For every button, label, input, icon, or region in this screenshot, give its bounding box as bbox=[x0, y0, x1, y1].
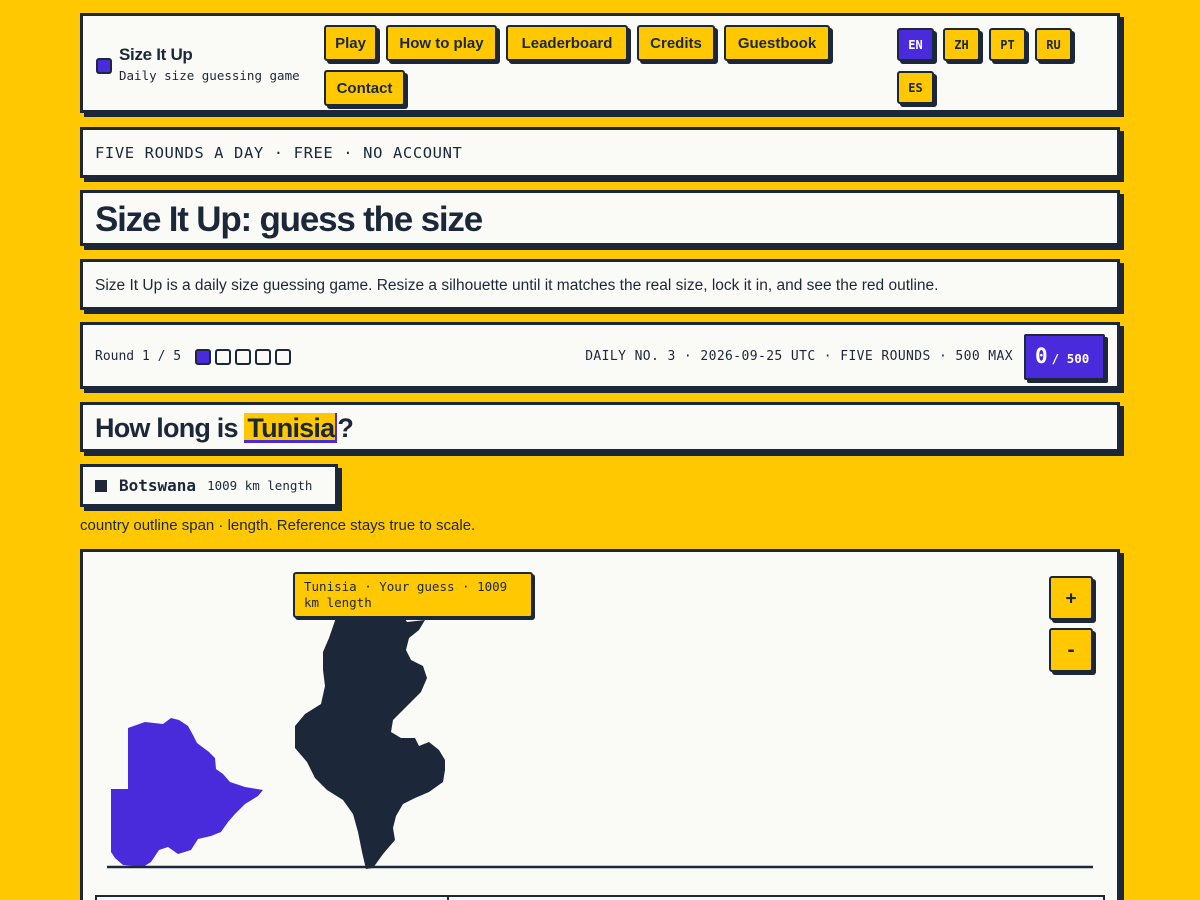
question-card: How long is Tunisia? bbox=[80, 402, 1120, 452]
banner-text: FIVE ROUNDS A DAY · FREE · NO ACCOUNT bbox=[95, 144, 463, 162]
game-stage: Tunisia · Your guess · 1009 km length + … bbox=[80, 549, 1120, 900]
nav-guestbook[interactable]: Guestbook bbox=[724, 25, 830, 61]
nav-how-to-play[interactable]: How to play bbox=[386, 25, 497, 61]
daily-info: DAILY NO. 3 · 2026-09-25 UTC · FIVE ROUN… bbox=[585, 349, 1013, 364]
page-description: Size It Up is a daily size guessing game… bbox=[95, 277, 939, 294]
title-card: Size It Up: guess the size bbox=[80, 190, 1120, 246]
reference-swatch bbox=[95, 479, 107, 492]
question-subject: Tunisia bbox=[244, 413, 338, 443]
brand-name[interactable]: Size It Up bbox=[119, 45, 193, 65]
silhouette-canvas bbox=[107, 612, 1093, 869]
lang-es[interactable]: ES bbox=[897, 71, 934, 104]
description-card: Size It Up is a daily size guessing game… bbox=[80, 259, 1120, 310]
size-control-panel bbox=[95, 895, 1105, 900]
lang-zh[interactable]: ZH bbox=[943, 28, 980, 61]
round-dot-4 bbox=[255, 349, 271, 365]
score-value: 0 bbox=[1035, 344, 1048, 368]
lang-ru[interactable]: RU bbox=[1035, 28, 1072, 61]
reference-value: 1009 km length bbox=[207, 478, 313, 493]
round-dot-2 bbox=[215, 349, 231, 365]
round-counter: Round 1 / 5 bbox=[95, 349, 182, 364]
lang-pt[interactable]: PT bbox=[989, 28, 1026, 61]
reference-chip: Botswana 1009 km length bbox=[80, 464, 338, 507]
reference-name: Botswana bbox=[119, 476, 197, 495]
lang-en[interactable]: EN bbox=[897, 28, 934, 61]
zoom-in-button[interactable]: + bbox=[1049, 576, 1093, 620]
round-dot-5 bbox=[275, 349, 291, 365]
zoom-out-button[interactable]: - bbox=[1049, 628, 1093, 672]
brand-tagline: Daily size guessing game bbox=[119, 68, 300, 83]
site-header: Size It Up Daily size guessing game Play… bbox=[80, 13, 1120, 113]
nav-contact[interactable]: Contact bbox=[324, 70, 405, 106]
question-heading: How long is Tunisia? bbox=[95, 411, 354, 445]
round-status-bar: Round 1 / 5 DAILY NO. 3 · 2026-09-25 UTC… bbox=[80, 322, 1120, 389]
measurement-hint: country outline span · length. Reference… bbox=[80, 517, 476, 534]
nav-play[interactable]: Play bbox=[324, 25, 377, 61]
page-title: Size It Up: guess the size bbox=[95, 200, 483, 239]
reference-silhouette-botswana bbox=[111, 718, 263, 867]
question-prefix: How long is bbox=[95, 413, 245, 443]
brand-logo-icon bbox=[96, 58, 112, 74]
guess-tooltip: Tunisia · Your guess · 1009 km length bbox=[293, 572, 533, 618]
round-dot-1 bbox=[195, 349, 211, 365]
guess-silhouette-tunisia[interactable] bbox=[295, 612, 445, 869]
question-suffix: ? bbox=[337, 413, 354, 443]
score-badge: 0 / 500 bbox=[1024, 334, 1105, 380]
round-dot-3 bbox=[235, 349, 251, 365]
tagline-banner: FIVE ROUNDS A DAY · FREE · NO ACCOUNT bbox=[80, 127, 1120, 178]
nav-credits[interactable]: Credits bbox=[637, 25, 715, 61]
score-max: / 500 bbox=[1051, 351, 1090, 366]
round-progress bbox=[195, 349, 295, 365]
nav-leaderboard[interactable]: Leaderboard bbox=[506, 25, 628, 61]
